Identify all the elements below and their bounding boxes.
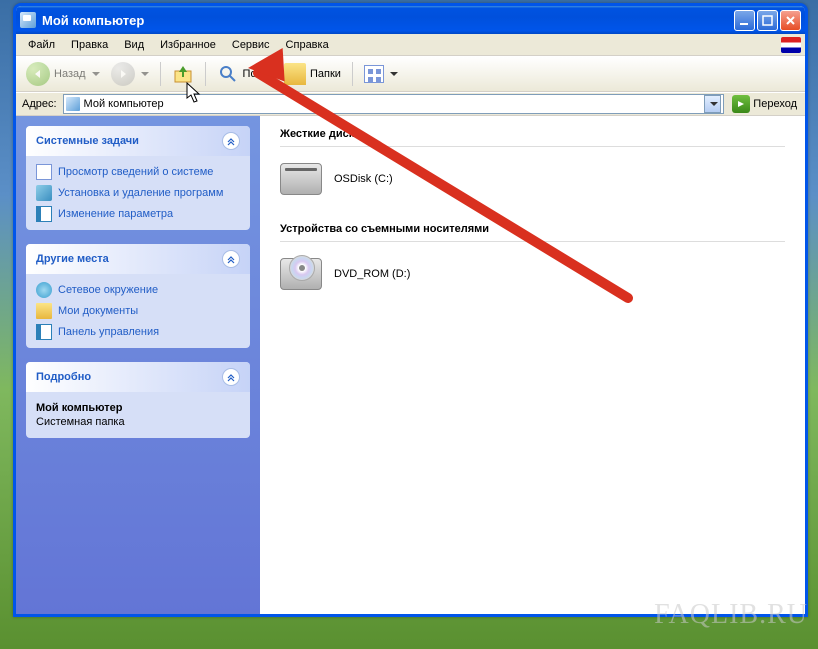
main-view: Жесткие диски OSDisk (C:) Устройства со … <box>260 116 805 614</box>
back-arrow-icon <box>26 62 50 86</box>
panel-body: Сетевое окружение Мои документы Панель у… <box>26 274 250 348</box>
details-name: Мой компьютер <box>36 402 240 414</box>
separator <box>160 62 161 86</box>
menu-tools[interactable]: Сервис <box>224 37 278 53</box>
computer-icon <box>20 12 36 28</box>
panel-title: Другие места <box>36 253 109 265</box>
drive-label: OSDisk (C:) <box>334 173 393 185</box>
windows-flag-icon <box>781 37 801 53</box>
hdd-icon <box>280 163 322 195</box>
link-label: Просмотр сведений о системе <box>58 165 213 179</box>
panel-details: Подробно Мой компьютер Системная папка <box>26 362 250 438</box>
separator <box>205 62 206 86</box>
link-label: Установка и удаление программ <box>58 186 223 200</box>
section-hard-disks: Жесткие диски <box>280 124 785 147</box>
link-add-remove-programs[interactable]: Установка и удаление программ <box>36 185 240 201</box>
link-system-info[interactable]: Просмотр сведений о системе <box>36 164 240 180</box>
details-type: Системная папка <box>36 416 240 428</box>
dvd-icon <box>280 258 322 290</box>
collapse-button[interactable] <box>222 368 240 386</box>
search-icon <box>217 63 239 85</box>
panel-title: Подробно <box>36 371 91 383</box>
folders-button[interactable]: Папки <box>280 60 345 88</box>
link-label: Панель управления <box>58 325 159 339</box>
minimize-button[interactable] <box>734 10 755 31</box>
link-label: Сетевое окружение <box>58 283 158 297</box>
document-icon <box>36 164 52 180</box>
panel-header[interactable]: Другие места <box>26 244 250 274</box>
settings-icon <box>36 206 52 222</box>
task-sidebar: Системные задачи Просмотр сведений о сис… <box>16 116 260 614</box>
menu-view[interactable]: Вид <box>116 37 152 53</box>
drive-label: DVD_ROM (D:) <box>334 268 410 280</box>
window-controls <box>734 10 801 31</box>
forward-button[interactable] <box>107 60 153 88</box>
link-change-setting[interactable]: Изменение параметра <box>36 206 240 222</box>
drive-d[interactable]: DVD_ROM (D:) <box>280 252 785 296</box>
folder-icon <box>36 303 52 319</box>
address-value: Мой компьютер <box>84 98 164 110</box>
link-control-panel[interactable]: Панель управления <box>36 324 240 340</box>
go-button[interactable]: Переход <box>728 94 801 114</box>
chevron-down-icon <box>710 102 718 106</box>
link-label: Мои документы <box>58 304 138 318</box>
chevron-down-icon <box>92 72 100 76</box>
folders-label: Папки <box>310 68 341 80</box>
address-dropdown[interactable] <box>704 95 721 113</box>
menu-file[interactable]: Файл <box>20 37 63 53</box>
back-button[interactable]: Назад <box>22 60 104 88</box>
panel-system-tasks: Системные задачи Просмотр сведений о сис… <box>26 126 250 230</box>
window-title: Мой компьютер <box>42 13 734 28</box>
menu-edit[interactable]: Правка <box>63 37 116 53</box>
search-button[interactable]: Поиск <box>213 60 277 88</box>
panel-other-places: Другие места Сетевое окружение Мои докум… <box>26 244 250 348</box>
panel-header[interactable]: Системные задачи <box>26 126 250 156</box>
folders-icon <box>284 63 306 85</box>
back-label: Назад <box>54 68 86 80</box>
views-button[interactable] <box>360 60 402 88</box>
drive-c[interactable]: OSDisk (C:) <box>280 157 785 201</box>
close-button[interactable] <box>780 10 801 31</box>
collapse-button[interactable] <box>222 132 240 150</box>
computer-icon <box>66 97 80 111</box>
address-input[interactable]: Мой компьютер <box>63 94 725 114</box>
network-icon <box>36 282 52 298</box>
maximize-button[interactable] <box>757 10 778 31</box>
menu-help[interactable]: Справка <box>278 37 337 53</box>
go-arrow-icon <box>732 95 750 113</box>
section-removable: Устройства со съемными носителями <box>280 219 785 242</box>
up-folder-icon <box>172 63 194 85</box>
content-area: Системные задачи Просмотр сведений о сис… <box>16 116 805 614</box>
address-label: Адрес: <box>20 98 59 110</box>
forward-arrow-icon <box>111 62 135 86</box>
chevron-down-icon <box>141 72 149 76</box>
search-label: Поиск <box>243 68 273 80</box>
toolbar: Назад Поиск Папки <box>16 56 805 92</box>
watermark: FAQLIB.RU <box>654 599 808 631</box>
install-icon <box>36 185 52 201</box>
up-button[interactable] <box>168 60 198 88</box>
collapse-button[interactable] <box>222 250 240 268</box>
panel-title: Системные задачи <box>36 135 139 147</box>
menubar: Файл Правка Вид Избранное Сервис Справка <box>16 34 805 56</box>
explorer-window: Мой компьютер Файл Правка Вид Избранное … <box>13 3 808 617</box>
go-label: Переход <box>753 98 797 110</box>
details-body: Мой компьютер Системная папка <box>26 392 250 438</box>
link-label: Изменение параметра <box>58 207 173 221</box>
panel-body: Просмотр сведений о системе Установка и … <box>26 156 250 230</box>
chevron-down-icon <box>390 72 398 76</box>
control-panel-icon <box>36 324 52 340</box>
views-icon <box>364 65 384 83</box>
titlebar[interactable]: Мой компьютер <box>16 6 805 34</box>
separator <box>352 62 353 86</box>
link-network-places[interactable]: Сетевое окружение <box>36 282 240 298</box>
menu-favorites[interactable]: Избранное <box>152 37 224 53</box>
addressbar: Адрес: Мой компьютер Переход <box>16 92 805 116</box>
panel-header[interactable]: Подробно <box>26 362 250 392</box>
link-my-documents[interactable]: Мои документы <box>36 303 240 319</box>
